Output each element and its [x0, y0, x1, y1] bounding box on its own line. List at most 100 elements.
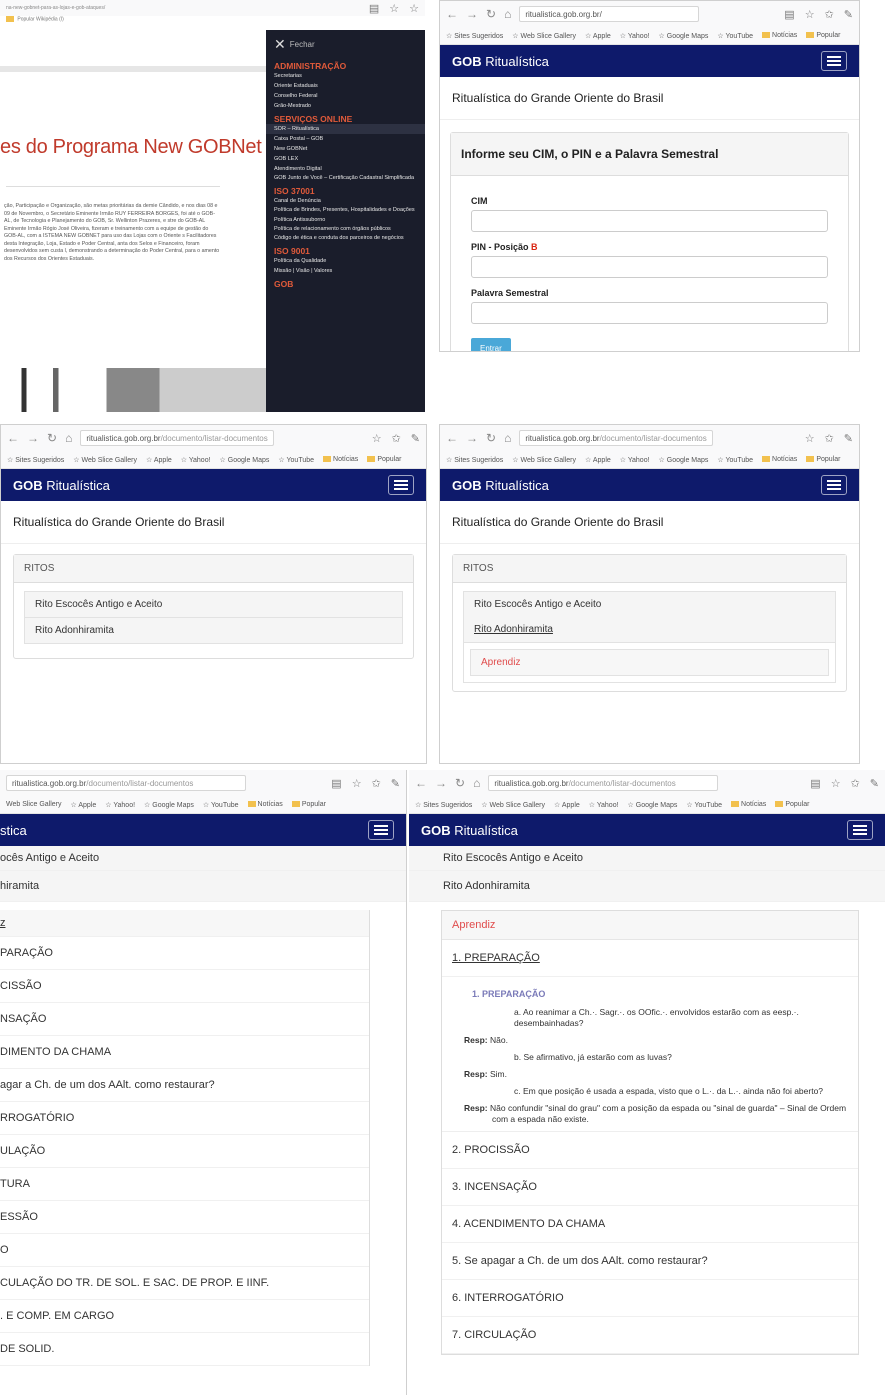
menu-item[interactable]: GOB Junto de Você – Certificação Cadastr… — [274, 174, 417, 183]
bookmark-folder[interactable]: Notícias — [731, 801, 766, 808]
home-icon[interactable]: ⌂ — [65, 431, 72, 445]
forward-icon[interactable]: → — [466, 431, 478, 445]
brand-cropped[interactable]: stica — [0, 823, 27, 838]
favorites-icon[interactable]: ✩ — [392, 432, 401, 445]
document-item[interactable]: DE SOLID. — [0, 1333, 369, 1366]
document-item[interactable]: TURA — [0, 1168, 369, 1201]
bookmark[interactable]: ☆ Yahoo! — [105, 801, 135, 809]
bookmark[interactable]: ☆ Yahoo! — [181, 456, 211, 464]
reload-icon[interactable]: ↻ — [47, 431, 57, 445]
menu-item[interactable]: Política Antissuborno — [274, 215, 417, 225]
document-item[interactable]: PARAÇÃO — [0, 937, 369, 970]
rito-item[interactable]: Rito Escocês Antigo e Aceito — [409, 846, 885, 871]
bookmark[interactable]: ☆ Google Maps — [659, 456, 709, 464]
bookmark[interactable]: ☆ YouTube — [686, 801, 722, 809]
address-text[interactable]: na-new-gobnet-para-as-lojas-e-gob-ataque… — [6, 5, 105, 11]
bookmark[interactable]: ☆ Apple — [146, 456, 172, 464]
home-icon[interactable]: ⌂ — [504, 7, 511, 21]
pen-icon[interactable]: ✎ — [844, 8, 853, 21]
bookmark[interactable]: ☆ Google Maps — [628, 801, 678, 809]
bookmark[interactable]: ☆ Sites Sugeridos — [446, 456, 503, 464]
menu-item[interactable]: New GOBNet — [274, 144, 417, 154]
bookmark[interactable]: ☆ Google Maps — [144, 801, 194, 809]
address-bar[interactable]: ritualistica.gob.org.br/documento/listar… — [80, 430, 274, 446]
pen-icon[interactable]: ✎ — [870, 777, 879, 790]
bookmark[interactable]: ☆ Web Slice Gallery — [73, 456, 137, 464]
pin-input[interactable] — [471, 256, 828, 278]
bookmark[interactable]: ☆ Web Slice Gallery — [512, 456, 576, 464]
bookmark[interactable]: ☆ Apple — [585, 32, 611, 40]
rito-item[interactable]: ocês Antigo e Aceito — [0, 846, 406, 871]
document-item[interactable]: CULAÇÃO DO TR. DE SOL. E SAC. DE PROP. E… — [0, 1267, 369, 1300]
address-bar[interactable]: ritualistica.gob.org.br/ — [519, 6, 700, 22]
address-bar[interactable]: ritualistica.gob.org.br/documento/listar… — [6, 775, 246, 791]
back-icon[interactable]: ← — [446, 431, 458, 445]
bookmark[interactable]: ☆ Sites Sugeridos — [446, 32, 503, 40]
favorites-icon[interactable]: ✩ — [825, 432, 834, 445]
bookmark[interactable]: Web Slice Gallery — [6, 801, 62, 808]
brand[interactable]: GOB Ritualística — [421, 823, 518, 838]
bookmark-folder[interactable]: Popular — [367, 456, 401, 463]
bookmarks-text[interactable]: Popular Wikipédia (I) — [17, 16, 63, 22]
forward-icon[interactable]: → — [27, 431, 39, 445]
grau-item[interactable]: z — [0, 910, 369, 937]
document-item[interactable]: 4. ACENDIMENTO DA CHAMA — [442, 1206, 858, 1243]
reader-icon[interactable]: ▤ — [810, 777, 820, 790]
document-item[interactable]: 6. INTERROGATÓRIO — [442, 1280, 858, 1317]
address-bar[interactable]: ritualistica.gob.org.br/documento/listar… — [488, 775, 719, 791]
rito-item[interactable]: Rito Adonhiramita — [24, 618, 403, 644]
bookmark[interactable]: ☆ Yahoo! — [620, 456, 650, 464]
grau-item[interactable]: Aprendiz — [442, 911, 858, 940]
back-icon[interactable]: ← — [446, 7, 458, 21]
favorites-icon[interactable]: ✩ — [372, 777, 381, 790]
bookmark-folder[interactable]: Notícias — [762, 32, 797, 39]
brand[interactable]: GOB Ritualística — [13, 478, 110, 493]
menu-item[interactable]: Código de ética e conduta dos parceiros … — [274, 234, 417, 243]
document-item[interactable]: ULAÇÃO — [0, 1135, 369, 1168]
menu-item[interactable]: GOB LEX — [274, 154, 417, 164]
document-item[interactable]: 3. INCENSAÇÃO — [442, 1169, 858, 1206]
reload-icon[interactable]: ↻ — [486, 431, 496, 445]
close-menu-button[interactable]: ✕ Fechar — [274, 36, 417, 53]
reload-icon[interactable]: ↻ — [486, 7, 496, 21]
bookmark[interactable]: ☆ YouTube — [203, 801, 239, 809]
menu-item-active[interactable]: SOR – Ritualística — [266, 124, 425, 134]
reader-icon[interactable]: ▤ — [369, 2, 379, 15]
favorites-icon[interactable]: ✩ — [851, 777, 860, 790]
bookmark[interactable]: ☆ Sites Sugeridos — [415, 801, 472, 809]
bookmark[interactable]: ☆ Yahoo! — [620, 32, 650, 40]
pen-icon[interactable]: ✎ — [391, 777, 400, 790]
document-item[interactable]: O — [0, 1234, 369, 1267]
star-icon[interactable]: ☆ — [372, 432, 382, 445]
menu-toggle-button[interactable] — [368, 820, 394, 840]
rito-item[interactable]: Rito Escocês Antigo e Aceito — [24, 591, 403, 618]
document-item[interactable]: RROGATÓRIO — [0, 1102, 369, 1135]
document-item[interactable]: DIMENTO DA CHAMA — [0, 1036, 369, 1069]
bookmark[interactable]: ☆ YouTube — [278, 456, 314, 464]
menu-item[interactable]: Política de relacionamento com órgãos pú… — [274, 225, 417, 234]
brand[interactable]: GOB Ritualística — [452, 478, 549, 493]
document-item-open[interactable]: 1. PREPARAÇÃO — [442, 940, 858, 977]
menu-toggle-button[interactable] — [821, 51, 847, 71]
grau-item[interactable]: Aprendiz — [470, 649, 829, 676]
bookmark[interactable]: ☆ YouTube — [717, 32, 753, 40]
bookmark-folder[interactable]: Popular — [775, 801, 809, 808]
bookmark[interactable]: ☆ Web Slice Gallery — [481, 801, 545, 809]
bookmark[interactable]: ☆ Yahoo! — [589, 801, 619, 809]
bookmark[interactable]: ☆ Apple — [71, 801, 97, 809]
favorites-icon[interactable]: ☆ — [409, 2, 419, 15]
pen-icon[interactable]: ✎ — [844, 432, 853, 445]
bookmark-folder[interactable]: Popular — [291, 801, 326, 808]
document-item[interactable]: CISSÃO — [0, 970, 369, 1003]
star-icon[interactable]: ☆ — [389, 2, 399, 15]
menu-toggle-button[interactable] — [821, 475, 847, 495]
star-icon[interactable]: ☆ — [831, 777, 841, 790]
palavra-input[interactable] — [471, 302, 828, 324]
bookmark[interactable]: ☆ Apple — [554, 801, 580, 809]
menu-item[interactable]: Oriente Estaduais — [274, 81, 417, 91]
brand[interactable]: GOB Ritualística — [452, 54, 549, 69]
star-icon[interactable]: ☆ — [352, 777, 362, 790]
bookmark-folder[interactable]: Notícias — [762, 456, 797, 463]
menu-item[interactable]: Atendimento Digital — [274, 164, 417, 174]
bookmark[interactable]: ☆ YouTube — [717, 456, 753, 464]
